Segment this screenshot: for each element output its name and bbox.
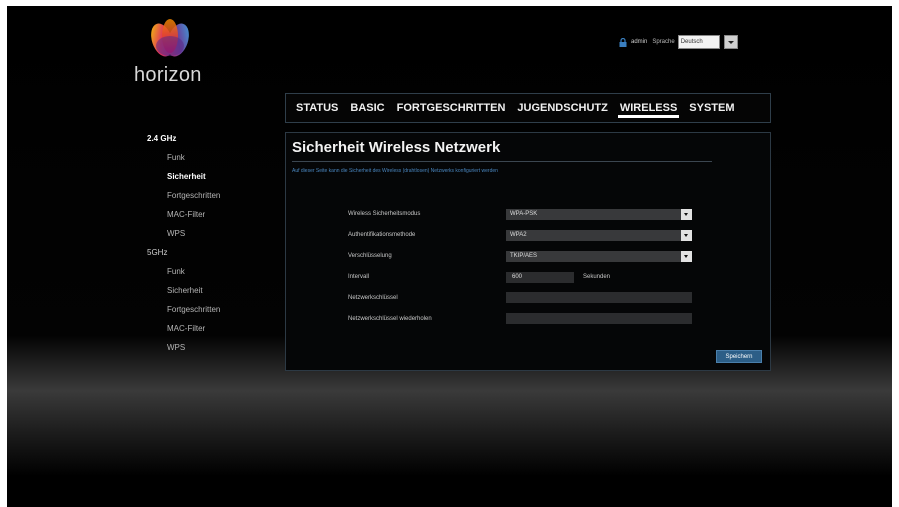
security-mode-value: WPA-PSK [510, 211, 538, 217]
sidebar-item-funk-5[interactable]: Funk [167, 267, 185, 276]
sidebar-item-fortgeschritten-2-4[interactable]: Fortgeschritten [167, 191, 220, 200]
router-admin-screen: horizon admin Sprache Deutsch STATUS BAS… [7, 6, 892, 507]
interval-input[interactable]: 600 [506, 272, 574, 283]
interval-unit: Sekunden [583, 274, 611, 280]
horizon-flower-icon [151, 19, 189, 57]
sidebar-item-wps-2-4[interactable]: WPS [167, 229, 185, 238]
sidebar-item-mac-filter-2-4[interactable]: MAC-Filter [167, 210, 205, 219]
network-key-input[interactable] [506, 292, 692, 303]
sidebar-item-fortgeschritten-5[interactable]: Fortgeschritten [167, 305, 220, 314]
network-key-repeat-input[interactable] [506, 313, 692, 324]
interval-label: Intervall [348, 274, 370, 280]
auth-method-select[interactable]: WPA2 [506, 230, 692, 241]
tab-wireless[interactable]: WIRELESS [617, 94, 680, 122]
lock-icon [619, 37, 627, 47]
sidebar-item-sicherheit-2-4[interactable]: Sicherheit [167, 172, 206, 181]
security-mode-select[interactable]: WPA-PSK [506, 209, 692, 220]
language-label: Sprache [652, 39, 675, 45]
auth-method-label: Authentifikationsmethode [348, 232, 416, 238]
sidebar-item-wps-5[interactable]: WPS [167, 343, 185, 352]
tab-fortgeschritten[interactable]: FORTGESCHRITTEN [395, 94, 508, 122]
tab-basic[interactable]: BASIC [348, 94, 386, 122]
chevron-down-icon[interactable] [723, 35, 738, 49]
page-title: Sicherheit Wireless Netzwerk [292, 139, 501, 156]
auth-method-value: WPA2 [510, 232, 527, 238]
security-mode-label: Wireless Sicherheitsmodus [348, 211, 421, 217]
horizon-logo[interactable]: horizon [134, 16, 214, 86]
encryption-value: TKIP/AES [510, 253, 538, 259]
tab-system[interactable]: SYSTEM [687, 94, 736, 122]
network-key-repeat-label: Netzwerkschlüssel wiederholen [348, 316, 432, 322]
sidebar-group-2-4ghz[interactable]: 2.4 GHz [147, 134, 176, 143]
page-description: Auf dieser Seite kann die Sicherheit des… [292, 168, 498, 174]
network-key-label: Netzwerkschlüssel [348, 295, 398, 301]
wireless-security-panel: Sicherheit Wireless Netzwerk Auf dieser … [285, 132, 771, 371]
chevron-down-icon[interactable] [681, 209, 692, 220]
main-nav: STATUS BASIC FORTGESCHRITTEN JUGENDSCHUT… [285, 93, 771, 123]
tab-jugendschutz[interactable]: JUGENDSCHUTZ [515, 94, 609, 122]
language-select[interactable]: Deutsch [677, 35, 720, 49]
brand-name: horizon [134, 64, 202, 86]
top-utility-bar: admin Sprache Deutsch [619, 35, 738, 49]
sidebar-item-funk-2-4[interactable]: Funk [167, 153, 185, 162]
title-divider [292, 161, 712, 162]
sidebar-group-5ghz[interactable]: 5GHz [147, 248, 167, 257]
logged-in-user: admin [631, 39, 648, 45]
chevron-down-icon[interactable] [681, 230, 692, 241]
encryption-select[interactable]: TKIP/AES [506, 251, 692, 262]
sidebar-item-mac-filter-5[interactable]: MAC-Filter [167, 324, 205, 333]
sidebar-item-sicherheit-5[interactable]: Sicherheit [167, 286, 203, 295]
chevron-down-icon[interactable] [681, 251, 692, 262]
encryption-label: Verschlüsselung [348, 253, 392, 259]
tab-status[interactable]: STATUS [294, 94, 340, 122]
save-button[interactable]: Speichern [716, 350, 762, 363]
